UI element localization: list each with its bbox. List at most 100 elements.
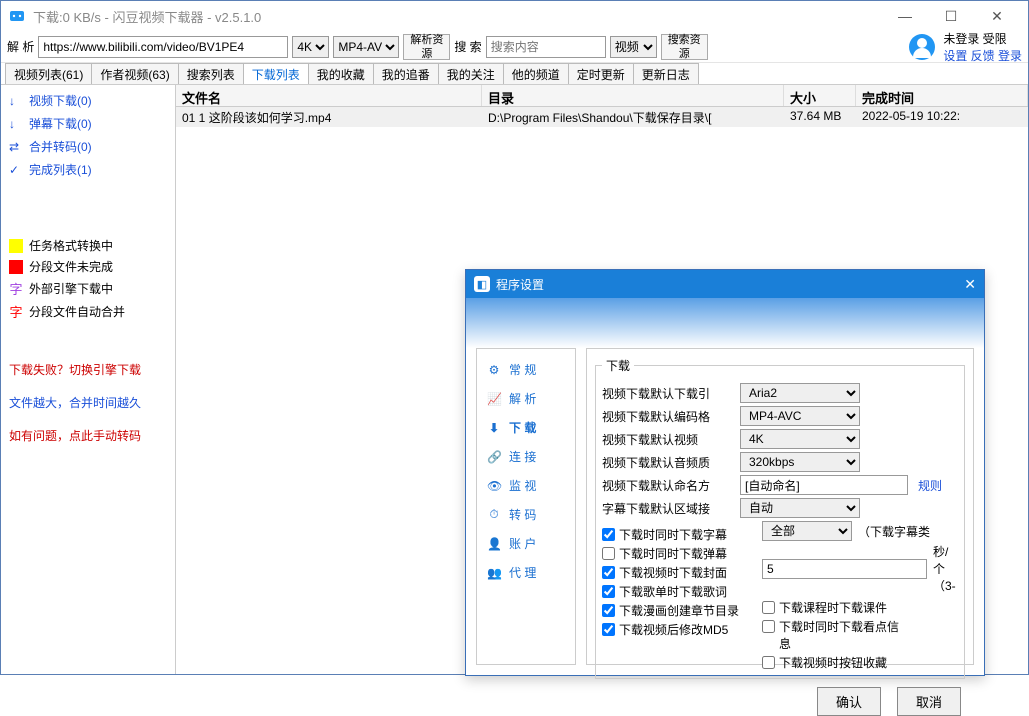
settings-nav-5[interactable]: ⏱转 码 — [477, 500, 575, 529]
settings-nav-7[interactable]: 👥代 理 — [477, 558, 575, 587]
form-row-2: 视频下载默认视频 4K — [602, 429, 958, 449]
form-label: 视频下载默认命名方 — [602, 477, 734, 494]
checkbox[interactable] — [762, 601, 775, 614]
checkbox[interactable] — [762, 656, 775, 669]
sidebar-item-2[interactable]: ⇄合并转码(0) — [1, 135, 175, 158]
cell-dir: D:\Program Files\Shandou\下载保存目录\[ — [482, 107, 784, 127]
tab-8[interactable]: 定时更新 — [568, 63, 634, 84]
sidebar-item-label: 视频下载(0) — [29, 92, 92, 109]
search-label: 搜 索 — [454, 38, 481, 55]
tab-9[interactable]: 更新日志 — [633, 63, 699, 84]
sidebar-item-3[interactable]: ✓完成列表(1) — [1, 158, 175, 181]
sidebar-item-0[interactable]: ↓视频下载(0) — [1, 89, 175, 112]
sidebar-item-label: 完成列表(1) — [29, 161, 92, 178]
hint-link[interactable]: 文件越大，合并时间越久 — [9, 386, 167, 419]
cancel-button[interactable]: 取消 — [897, 687, 961, 716]
checkbox-label: 下载视频时下载封面 — [619, 564, 727, 581]
search-input[interactable] — [486, 36, 606, 58]
table-row[interactable]: 01 1 这阶段该如何学习.mp4 D:\Program Files\Shand… — [176, 107, 1028, 127]
form-input-4[interactable] — [740, 475, 908, 495]
col-size[interactable]: 大小 — [784, 85, 856, 106]
nav-icon: ⏱ — [487, 507, 501, 522]
app-window: 下载:0 KB/s - 闪豆视频下载器 - v2.5.1.0 — ☐ ✕ 解 析… — [0, 0, 1029, 675]
settings-nav-3[interactable]: 🔗连 接 — [477, 442, 575, 471]
nav-label: 连 接 — [509, 448, 536, 465]
form-label: 视频下载默认编码格 — [602, 408, 734, 425]
tab-2[interactable]: 搜索列表 — [178, 63, 244, 84]
checkbox-label: 下载时同时下载看点信息 — [779, 618, 902, 652]
rule-link[interactable]: 规则 — [918, 477, 942, 494]
tab-6[interactable]: 我的关注 — [438, 63, 504, 84]
settings-nav-2[interactable]: ⬇下 载 — [477, 413, 575, 442]
hint-link[interactable]: 如有问题，点此手动转码 — [9, 419, 167, 452]
parse-label: 解 析 — [7, 38, 34, 55]
legend-row: 任务格式转换中 — [9, 235, 167, 256]
cell-size: 37.64 MB — [784, 107, 856, 127]
tab-0[interactable]: 视频列表(61) — [5, 63, 92, 84]
settings-nav-4[interactable]: 👁监 视 — [477, 471, 575, 500]
settings-nav-1[interactable]: 📈解 析 — [477, 384, 575, 413]
form-row-4: 视频下载默认命名方 规则 — [602, 475, 958, 495]
delay-spinner[interactable] — [762, 559, 927, 579]
close-button[interactable]: ✕ — [974, 1, 1020, 31]
subtitle-hint: （下载字幕类 — [858, 523, 930, 540]
settings-nav-6[interactable]: 👤账 户 — [477, 529, 575, 558]
user-links[interactable]: 设置 反馈 登录 — [943, 47, 1022, 64]
settings-dialog: ◧ 程序设置 ✕ ⚙常 规📈解 析⬇下 载🔗连 接👁监 视⏱转 码👤账 户👥代 … — [465, 269, 985, 676]
search-type-select[interactable]: 视频 — [610, 36, 657, 58]
form-row-3: 视频下载默认音频质320kbps — [602, 452, 958, 472]
checkbox-row: 下载时同时下载看点信息 — [762, 617, 902, 653]
col-dir[interactable]: 目录 — [482, 85, 784, 106]
form-select-2[interactable]: 4K — [740, 429, 860, 449]
dialog-icon: ◧ — [474, 276, 490, 292]
quality-select[interactable]: 4K — [292, 36, 329, 58]
col-filename[interactable]: 文件名 — [176, 85, 482, 106]
form-select-3[interactable]: 320kbps — [740, 452, 860, 472]
settings-nav-0[interactable]: ⚙常 规 — [477, 355, 575, 384]
tab-4[interactable]: 我的收藏 — [308, 63, 374, 84]
form-select-5[interactable]: 自动 — [740, 498, 860, 518]
nav-icon: 📈 — [487, 392, 501, 406]
ok-button[interactable]: 确认 — [817, 687, 881, 716]
checkbox[interactable] — [762, 620, 775, 633]
cell-filename: 01 1 这阶段该如何学习.mp4 — [176, 107, 482, 127]
nav-icon: ⚙ — [487, 363, 501, 377]
checkbox[interactable] — [602, 566, 615, 579]
form-select-1[interactable]: MP4-AVC — [740, 406, 860, 426]
minimize-button[interactable]: — — [882, 1, 928, 31]
col-time[interactable]: 完成时间 — [856, 85, 1028, 106]
nav-icon: 👤 — [487, 537, 501, 551]
parse-button[interactable]: 解析资 源 — [403, 34, 450, 60]
checkbox[interactable] — [602, 528, 615, 541]
checkbox[interactable] — [602, 604, 615, 617]
dialog-nav: ⚙常 规📈解 析⬇下 载🔗连 接👁监 视⏱转 码👤账 户👥代 理 — [476, 348, 576, 665]
format-select[interactable]: MP4-AV — [333, 36, 399, 58]
checkbox[interactable] — [602, 623, 615, 636]
checkbox-label: 下载时同时下载字幕 — [619, 526, 727, 543]
sidebar-item-1[interactable]: ↓弹幕下载(0) — [1, 112, 175, 135]
form-label: 视频下载默认视频 — [602, 431, 734, 448]
subtitle-scope-select[interactable]: 全部 — [762, 521, 852, 541]
main-tabs: 视频列表(61)作者视频(63)搜索列表下载列表我的收藏我的追番我的关注他的频道… — [1, 63, 1028, 85]
titlebar: 下载:0 KB/s - 闪豆视频下载器 - v2.5.1.0 — ☐ ✕ — [1, 1, 1028, 31]
tab-7[interactable]: 他的频道 — [503, 63, 569, 84]
form-label: 字幕下载默认区域接 — [602, 500, 734, 517]
checkbox[interactable] — [602, 585, 615, 598]
tab-3[interactable]: 下载列表 — [243, 63, 309, 84]
user-avatar-icon[interactable] — [909, 34, 935, 60]
form-select-0[interactable]: Aria2 — [740, 383, 860, 403]
tab-5[interactable]: 我的追番 — [373, 63, 439, 84]
maximize-button[interactable]: ☐ — [928, 1, 974, 31]
search-button[interactable]: 搜索资 源 — [661, 34, 708, 60]
hints: 下载失败？切换引擎下载文件越大，合并时间越久如有问题，点此手动转码 — [1, 347, 175, 458]
checkbox-label: 下载视频时按钮收藏 — [779, 654, 887, 671]
dialog-close-icon[interactable]: ✕ — [964, 276, 976, 293]
table-header: 文件名 目录 大小 完成时间 — [176, 85, 1028, 107]
url-input[interactable] — [38, 36, 288, 58]
app-icon — [9, 8, 25, 24]
checkbox[interactable] — [602, 547, 615, 560]
dialog-gradient — [466, 298, 984, 348]
legend-row: 字外部引擎下载中 — [9, 277, 167, 300]
hint-link[interactable]: 下载失败？切换引擎下载 — [9, 353, 167, 386]
tab-1[interactable]: 作者视频(63) — [91, 63, 178, 84]
